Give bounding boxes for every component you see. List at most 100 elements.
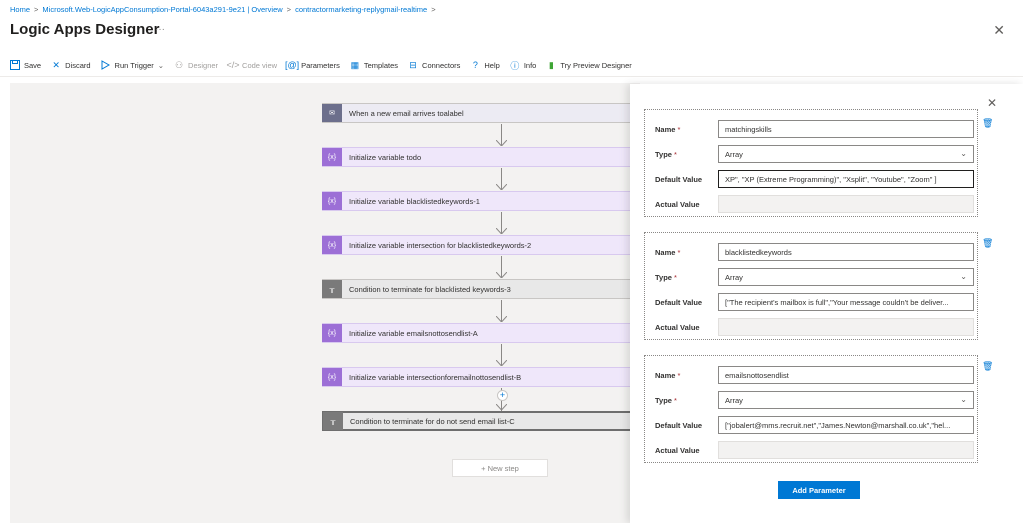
close-designer-icon[interactable]: ✕ [993,22,1005,39]
delete-parameter-icon[interactable]: 🗑 [982,361,993,372]
templates-button[interactable]: ▦ Templates [350,60,398,70]
variable-icon: {x} [322,148,342,166]
actual-value-input [718,441,974,459]
variable-icon: {x} [322,324,342,342]
type-value: Array [725,395,743,405]
help-icon: ? [472,60,478,70]
more-options-icon[interactable]: ··· [155,24,165,35]
try-preview-designer-label: Try Preview Designer [560,60,632,70]
run-trigger-label: Run Trigger [114,60,154,70]
default-value-input[interactable]: XP", "XP (Extreme Programming)", "Xsplit… [718,170,974,188]
connectors-label: Connectors [422,60,461,70]
condition-icon: ╥ [323,412,343,430]
step-init-todo[interactable]: {x} Initialize variable todo [322,147,682,167]
name-input[interactable]: matchingskills [718,120,974,138]
step-label: Initialize variable blacklistedkeywords-… [349,196,480,206]
type-value: Array [725,149,743,159]
name-input[interactable]: blacklistedkeywords [718,243,974,261]
parameters-panel: ✕ Name * matchingskills Type * Array ⌄ Defa… [630,84,1023,523]
step-init-blacklistedkeywords-1[interactable]: {x} Initialize variable blacklistedkeywo… [322,191,682,211]
bookmark-icon: ▮ [548,59,554,70]
info-button[interactable]: ⓘ Info [510,60,537,71]
breadcrumb: Home > Microsoft.Web-LogicAppConsumption-P… [10,5,440,14]
help-label: Help [484,60,500,70]
variable-icon: {x} [322,236,342,254]
step-condition-blacklisted-3[interactable]: ╥ Condition to terminate for blacklisted… [322,279,682,299]
templates-label: Templates [363,60,399,70]
gmail-icon: ✉ [322,104,342,122]
info-label: Info [523,60,537,70]
chevron-down-icon: ⌄ [960,149,967,158]
delete-parameter-icon[interactable]: 🗑 [982,238,993,249]
name-label: Name * [655,124,681,134]
actual-value-label: Actual Value [655,199,700,209]
arrow-down-icon [496,360,507,366]
step-label: Initialize variable emailsnottosendlist-… [349,328,478,338]
delete-parameter-icon[interactable]: 🗑 [982,118,993,129]
breadcrumb-overview[interactable]: Microsoft.Web-LogicAppConsumption-Portal… [42,5,282,14]
breadcrumb-separator: > [34,5,39,14]
code-icon: </> [226,60,240,70]
run-trigger-button[interactable]: Run Trigger ⌄ [101,60,164,70]
add-parameter-button[interactable]: Add Parameter [778,481,860,499]
type-value: Array [725,272,743,282]
breadcrumb-separator: > [431,5,436,14]
save-label: Save [24,60,42,70]
toolbar-divider [0,76,1023,77]
default-value-label: Default Value [655,420,703,430]
breadcrumb-logic-app[interactable]: contractormarketing-replygmail-realtime [295,5,427,14]
step-label: Condition to terminate for blacklisted k… [349,284,511,294]
step-condition-do-not-send-c[interactable]: ╥ Condition to terminate for do not send… [322,411,682,431]
breadcrumb-home[interactable]: Home [10,5,30,14]
connectors-icon: ⊟ [409,59,417,70]
parameter-card: Name * blacklistedkeywords Type * Array ⌄ D… [644,232,978,340]
chevron-down-icon: ⌄ [960,272,967,281]
parameters-icon: [@] [285,60,300,70]
close-panel-icon[interactable]: ✕ [987,96,997,110]
type-dropdown[interactable]: Array ⌄ [718,145,974,163]
arrow-down-icon [496,228,507,234]
help-button[interactable]: ? Help [470,60,500,70]
type-label: Type * [655,149,677,159]
designer-button[interactable]: ⚇ Designer [174,60,218,70]
default-value-label: Default Value [655,297,703,307]
templates-icon: ▦ [350,59,360,70]
default-value-input[interactable]: ["The recipient's mailbox is full","Your… [718,293,974,311]
parameters-button[interactable]: [@] Parameters [285,60,340,70]
name-input[interactable]: emailsnottosendlist [718,366,974,384]
step-init-emailsnottosendlist-a[interactable]: {x} Initialize variable emailsnottosendl… [322,323,682,343]
type-dropdown[interactable]: Array ⌄ [718,268,974,286]
connectors-button[interactable]: ⊟ Connectors [408,60,460,70]
default-value-input[interactable]: ["jobalert@mms.recruit.net","James.Newto… [718,416,974,434]
chevron-down-icon: ⌄ [157,60,165,70]
save-button[interactable]: Save [10,60,41,70]
name-label: Name * [655,247,681,257]
arrow-down-icon [496,272,507,278]
code-view-label: Code view [242,60,278,70]
step-init-intersection-emailnottosend-b[interactable]: {x} Initialize variable intersectionfore… [322,367,682,387]
new-step-button[interactable]: + New step [452,459,548,477]
code-view-button[interactable]: </> Code view [226,60,278,70]
parameter-card: Name * emailsnottosendlist Type * Array ⌄ D… [644,355,978,463]
try-preview-designer-button[interactable]: ▮ Try Preview Designer [546,59,632,70]
condition-icon: ╥ [322,280,342,298]
step-label: When a new email arrives toalabel [349,108,464,118]
actual-value-label: Actual Value [655,445,700,455]
insert-step-button[interactable]: + [497,390,508,401]
actual-value-input [718,195,974,213]
step-label: Condition to terminate for do not send e… [350,416,515,426]
type-label: Type * [655,272,677,282]
actual-value-label: Actual Value [655,322,700,332]
arrow-down-icon [496,404,507,410]
name-label: Name * [655,370,681,380]
info-icon: ⓘ [510,60,520,71]
step-trigger-new-email[interactable]: ✉ When a new email arrives toalabel [322,103,682,123]
step-init-intersection-blacklisted-2[interactable]: {x} Initialize variable intersection for… [322,235,682,255]
chevron-down-icon: ⌄ [960,395,967,404]
step-label: Initialize variable intersection for bla… [349,240,532,250]
page-title: Logic Apps Designer [10,21,160,38]
arrow-down-icon [496,316,507,322]
variable-icon: {x} [322,192,342,210]
discard-button[interactable]: ✕ Discard [51,60,90,70]
type-dropdown[interactable]: Array ⌄ [718,391,974,409]
